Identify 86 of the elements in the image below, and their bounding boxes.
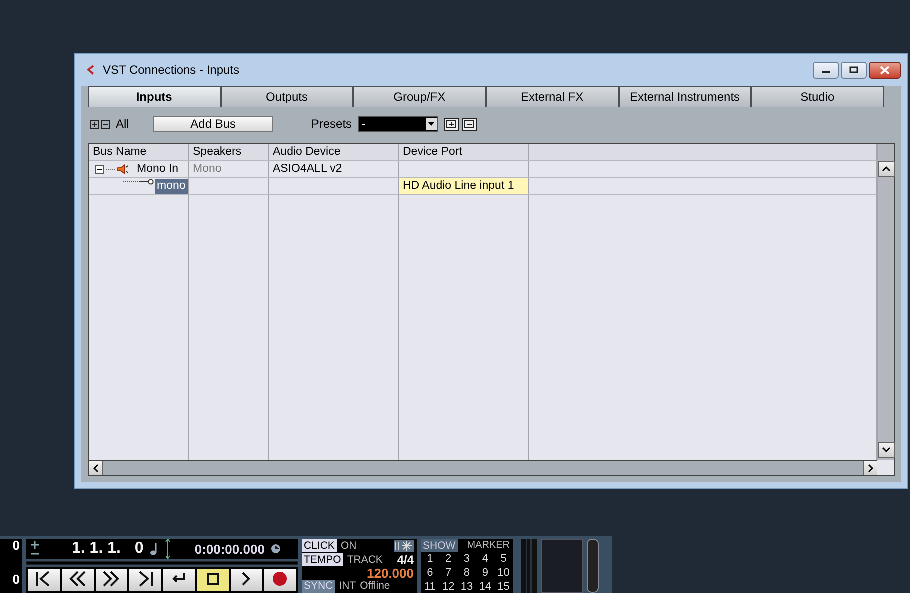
marker-button[interactable]: 14 [476, 580, 495, 593]
record-button[interactable] [264, 569, 296, 591]
sync-state: Offline [360, 580, 390, 592]
speakers-cell: Mono [193, 163, 222, 175]
cycle-button[interactable] [163, 569, 195, 591]
tab[interactable]: External FX [486, 86, 619, 107]
presets-dropdown[interactable]: - [358, 116, 438, 132]
counter-value: 0 [12, 573, 20, 587]
marker-button[interactable]: 2 [439, 552, 458, 566]
column-header[interactable]: Device Port [399, 144, 529, 160]
stop-button[interactable] [196, 569, 228, 591]
window-title: VST Connections - Inputs [103, 63, 241, 77]
fast-forward-icon [101, 569, 122, 589]
go-to-start-button[interactable] [28, 569, 60, 591]
marker-button[interactable]: 15 [494, 580, 513, 593]
marker-button[interactable]: 13 [458, 580, 476, 593]
metronome-icon[interactable] [164, 539, 171, 559]
scroll-left-icon[interactable] [89, 461, 103, 475]
marker-label: MARKER [467, 540, 510, 551]
volume-fader[interactable] [587, 539, 599, 593]
column-header[interactable]: Audio Device [269, 144, 399, 160]
tick-position: 0 [134, 540, 144, 558]
audio-device-cell: ASIO4ALL v2 [273, 163, 342, 175]
tab[interactable]: Outputs [220, 86, 354, 107]
tempo-button[interactable]: TEMPO [302, 553, 344, 566]
tab[interactable]: External Instruments [618, 86, 752, 107]
restore-icon [849, 66, 859, 74]
marker-button[interactable]: 10 [494, 566, 513, 580]
device-port-cell[interactable]: HD Audio Line input 1 [399, 178, 529, 194]
close-icon [880, 66, 890, 74]
sync-mode: INT [339, 580, 356, 592]
pause-sparkle-icon[interactable] [394, 540, 414, 552]
time-display: 0:00:00.000 [194, 542, 265, 556]
collapse-toggle-icon[interactable] [95, 164, 104, 174]
presets-label: Presets [311, 117, 352, 131]
remove-preset-icon[interactable] [462, 118, 478, 130]
vertical-scrollbar[interactable] [877, 144, 894, 460]
marker-button[interactable]: 5 [494, 552, 513, 566]
speaker-icon [117, 164, 129, 174]
bus-name[interactable]: mono [155, 178, 188, 194]
all-label: All [116, 117, 130, 131]
marker-button[interactable]: 12 [439, 580, 458, 593]
show-button[interactable]: SHOW [421, 539, 458, 552]
marker-button[interactable]: 9 [476, 566, 495, 580]
click-button[interactable]: CLICK [302, 539, 337, 552]
connector-icon [123, 178, 155, 186]
close-button[interactable] [869, 62, 901, 78]
counter-value: 0 [12, 539, 20, 553]
expand-all-icon[interactable] [90, 120, 99, 128]
tempo-mode: TRACK [347, 554, 383, 566]
bar-position: 1. 1. 1. [72, 540, 121, 558]
store-preset-icon[interactable] [444, 118, 460, 130]
scroll-up-icon[interactable] [878, 161, 895, 177]
bus-name[interactable]: Mono In [135, 163, 181, 175]
time-signature: 4/4 [397, 552, 414, 566]
horizontal-scrollbar[interactable] [89, 460, 877, 475]
minimize-button[interactable] [813, 62, 839, 78]
add-bus-button[interactable]: Add Bus [153, 116, 274, 132]
collapse-all-icon[interactable] [101, 120, 110, 128]
marker-button[interactable]: 1 [421, 552, 440, 566]
tab[interactable]: Inputs [88, 86, 221, 107]
clock-icon[interactable] [270, 544, 281, 554]
scroll-right-icon[interactable] [863, 461, 877, 475]
marker-button[interactable]: 6 [421, 566, 440, 580]
meter-bars [521, 539, 537, 593]
tab[interactable]: Group/FX [353, 86, 486, 107]
scroll-down-icon[interactable] [878, 442, 895, 458]
tab[interactable]: Studio [751, 86, 884, 107]
plus-minus-icon[interactable] [30, 541, 40, 557]
restore-button[interactable] [841, 62, 867, 78]
rewind-button[interactable] [62, 569, 94, 591]
column-header[interactable]: Bus Name [89, 144, 189, 160]
note-icon[interactable] [150, 542, 159, 556]
marker-button[interactable]: 7 [439, 566, 458, 580]
marker-button[interactable]: 4 [476, 552, 495, 566]
click-state: ON [340, 540, 357, 552]
marker-button[interactable]: 8 [458, 566, 476, 580]
rewind-icon [68, 569, 88, 589]
marker-button[interactable]: 3 [458, 552, 476, 566]
fast-forward-button[interactable] [96, 569, 128, 591]
marker-button[interactable]: 11 [421, 580, 440, 593]
logo-icon [85, 64, 97, 76]
tempo-value: 120.000 [367, 566, 414, 580]
go-to-end-button[interactable] [129, 569, 161, 591]
play-button[interactable] [230, 569, 262, 591]
column-header[interactable]: Speakers [189, 144, 269, 160]
